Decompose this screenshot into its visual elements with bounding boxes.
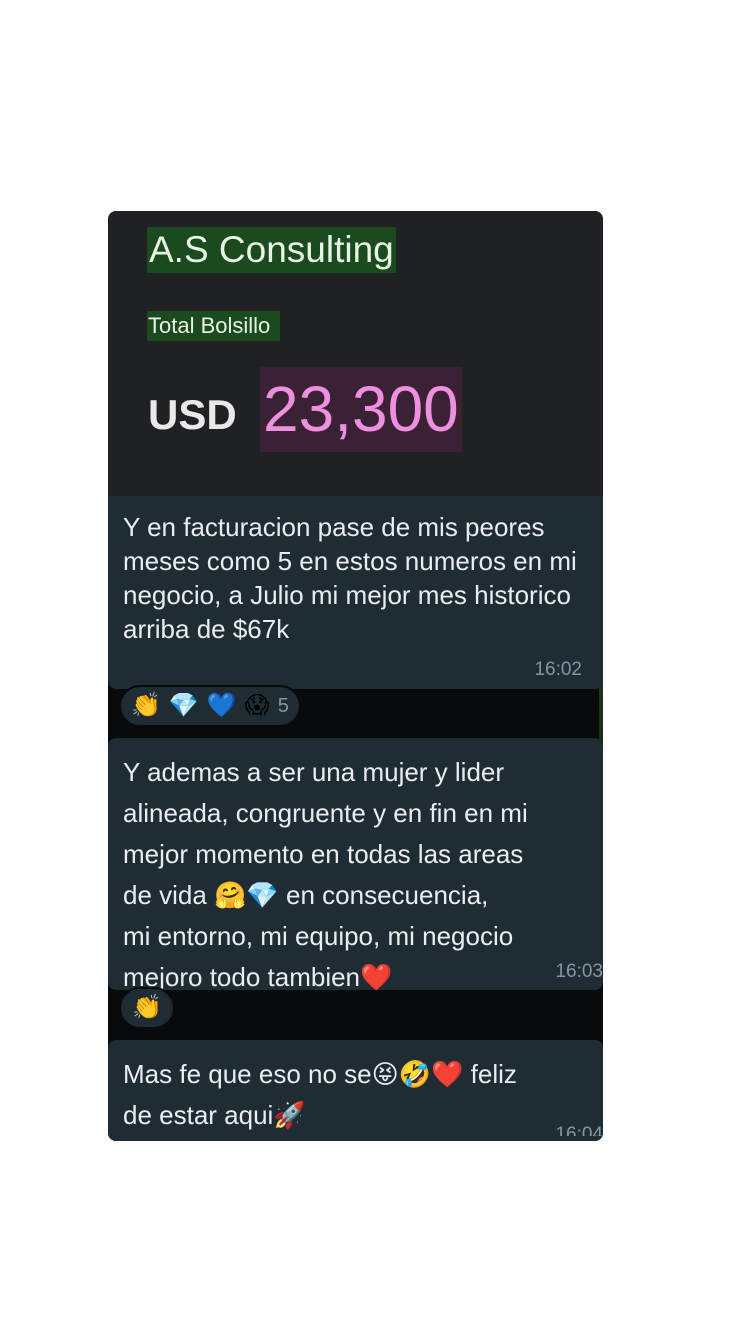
message-line: Mas fe que eso no se😝🤣❤️ feliz (123, 1059, 517, 1089)
amount-value: 23,300 (260, 367, 462, 452)
message-line: mejor momento en todas las areas (123, 839, 524, 869)
message-line: mi entorno, mi equipo, mi negocio (123, 921, 514, 951)
message-line: de estar aqui🚀 (123, 1100, 306, 1130)
message-text: Mas fe que eso no se😝🤣❤️ feliz de estar … (123, 1054, 588, 1136)
total-label: Total Bolsillo (147, 311, 281, 341)
message-bubble[interactable]: Y ademas a ser una mujer y lider alinead… (108, 738, 603, 992)
reactions-bar[interactable]: 👏 💎 💙 😱 5 (119, 685, 301, 727)
message-line: Y ademas a ser una mujer y lider (123, 757, 505, 787)
reactions-bar[interactable]: 👏 (119, 987, 175, 1029)
gem-emoji-icon: 💎 (168, 692, 199, 719)
clap-emoji-icon: 👏 (132, 994, 162, 1021)
scream-emoji-icon: 😱 (244, 692, 270, 719)
blue-heart-emoji-icon: 💙 (206, 692, 237, 719)
message-text: Y ademas a ser una mujer y lider alinead… (123, 752, 588, 998)
message-bubble[interactable]: Mas fe que eso no se😝🤣❤️ feliz de estar … (108, 1040, 603, 1141)
currency-label: USD (148, 391, 237, 438)
company-name: A.S Consulting (147, 227, 396, 273)
clap-emoji-icon: 👏 (131, 692, 161, 719)
message-line: de vida 🤗💎 en consecuencia, (123, 880, 489, 910)
chat-screenshot: A.S Consulting Total Bolsillo USD 23,300… (108, 211, 603, 1141)
message-time: 16:02 (534, 659, 582, 680)
message-time: 16:03 (555, 961, 603, 982)
reaction-count: 5 (277, 694, 289, 717)
message-line: mejoro todo tambien❤️ (123, 962, 393, 992)
message-bubble[interactable]: Y en facturacion pase de mis peores mese… (108, 496, 603, 689)
image-card[interactable]: A.S Consulting Total Bolsillo USD 23,300 (108, 211, 603, 496)
message-line: alineada, congruente y en fin en mi (123, 798, 528, 828)
message-time: 16:04 (555, 1124, 603, 1136)
message-text: Y en facturacion pase de mis peores mese… (123, 512, 577, 644)
